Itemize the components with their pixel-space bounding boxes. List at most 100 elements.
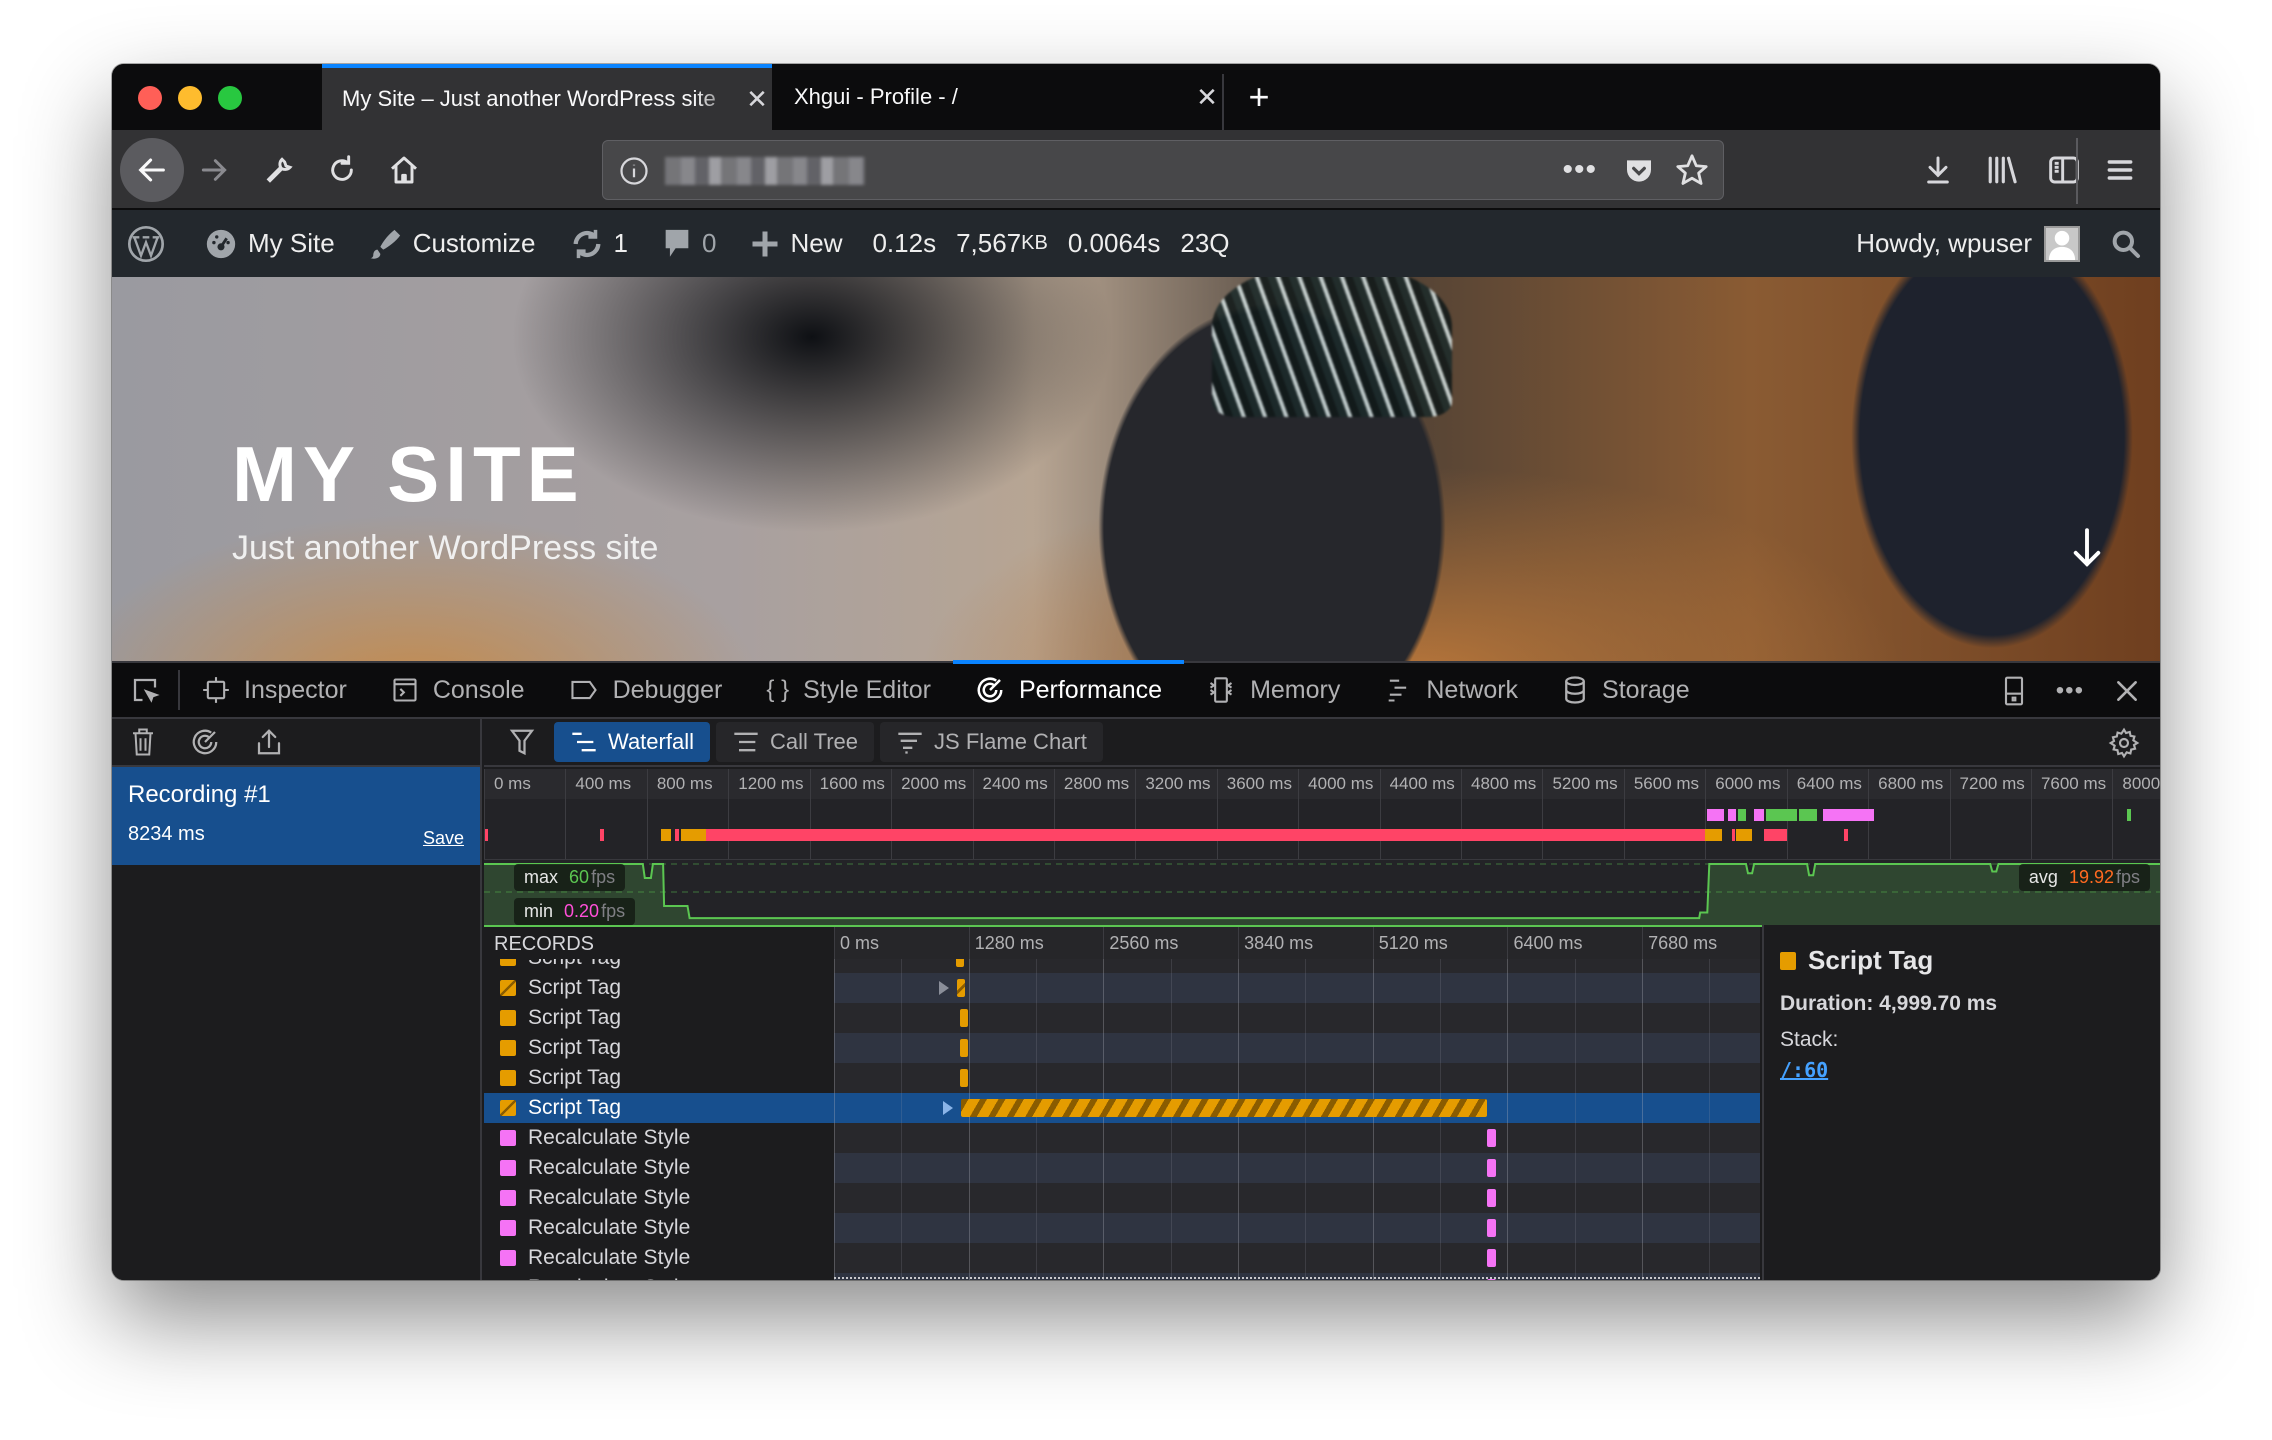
filter-button[interactable] bbox=[500, 722, 544, 762]
wp-logo-menu[interactable] bbox=[112, 210, 176, 277]
call-tree-view-button[interactable]: Call Tree bbox=[715, 722, 875, 762]
waterfall-row[interactable]: Recalculate Style bbox=[484, 1183, 1760, 1213]
waterfall-row[interactable]: Script Tag bbox=[484, 959, 1760, 973]
new-content-menu[interactable]: New bbox=[740, 210, 852, 277]
waterfall-gridline bbox=[1642, 1243, 1644, 1273]
tab-storage[interactable]: Storage bbox=[1540, 662, 1712, 718]
tab-console[interactable]: Console bbox=[369, 662, 547, 718]
tab-close-icon[interactable]: ✕ bbox=[742, 84, 772, 115]
trash-icon[interactable] bbox=[130, 727, 156, 757]
sidebar-button[interactable] bbox=[2034, 140, 2094, 200]
tab-my-site[interactable]: My Site – Just another WordPress site ✕ bbox=[322, 64, 772, 130]
url-text-blurred[interactable] bbox=[665, 157, 865, 185]
fps-graph[interactable]: max 60 fps min 0.20 fps avg 19.92 fps bbox=[484, 859, 2160, 926]
downloads-button[interactable] bbox=[1908, 140, 1968, 200]
waterfall-row[interactable]: Recalculate Style bbox=[484, 1153, 1760, 1183]
waterfall-row[interactable]: Script Tag bbox=[484, 1093, 1760, 1123]
new-tab-button[interactable]: + bbox=[1232, 64, 1286, 130]
waterfall-row[interactable]: Script Tag bbox=[484, 1033, 1760, 1063]
record-bar[interactable] bbox=[960, 1069, 969, 1087]
menu-button[interactable] bbox=[2090, 140, 2150, 200]
waterfall-row[interactable]: Script Tag bbox=[484, 1063, 1760, 1093]
import-icon[interactable] bbox=[254, 727, 284, 757]
close-window-button[interactable] bbox=[138, 86, 162, 110]
waterfall-rows[interactable]: Script Tag Script Tag Script Tag Script Tag… bbox=[484, 959, 1760, 1280]
waterfall-row[interactable]: Script Tag bbox=[484, 973, 1760, 1003]
tab-inspector[interactable]: Inspector bbox=[180, 662, 369, 718]
fps-avg-value: 19.92 bbox=[2068, 867, 2114, 887]
save-recording-link[interactable]: Save bbox=[423, 828, 464, 849]
more-options-icon[interactable]: ••• bbox=[2056, 677, 2084, 705]
record-icon[interactable] bbox=[190, 727, 220, 757]
tab-debugger[interactable]: Debugger bbox=[547, 662, 745, 718]
page-actions-icon[interactable]: ••• bbox=[1562, 153, 1597, 187]
record-bar[interactable] bbox=[1487, 1189, 1496, 1207]
record-bar[interactable] bbox=[960, 1009, 969, 1027]
waterfall-row[interactable]: Recalculate Style bbox=[484, 1243, 1760, 1273]
library-button[interactable] bbox=[1972, 140, 2032, 200]
brush-icon bbox=[369, 227, 403, 261]
record-bar[interactable] bbox=[956, 959, 965, 967]
timeline-overview[interactable]: 0 ms 400 ms 800 ms 1200 ms 1600 ms 2000 ms 240… bbox=[484, 769, 2160, 859]
waterfall-gridline bbox=[1574, 959, 1576, 973]
overview-tick-label: 1200 ms bbox=[738, 774, 804, 793]
waterfall-gridline bbox=[1036, 1213, 1038, 1243]
forward-button[interactable] bbox=[184, 140, 244, 200]
tab-performance[interactable]: Performance bbox=[952, 660, 1185, 718]
waterfall-gridline bbox=[901, 1123, 903, 1153]
tab-close-icon[interactable]: ✕ bbox=[1192, 82, 1222, 113]
reload-button[interactable] bbox=[312, 140, 372, 200]
record-bar[interactable] bbox=[961, 1099, 1488, 1117]
updates-link[interactable]: 1 bbox=[560, 210, 638, 277]
record-bar[interactable] bbox=[1487, 1159, 1496, 1177]
expand-twisty-icon[interactable] bbox=[943, 1101, 954, 1115]
home-button[interactable] bbox=[374, 140, 434, 200]
settings-gear-icon[interactable] bbox=[2108, 727, 2140, 759]
back-button[interactable] bbox=[120, 138, 184, 202]
scroll-down-arrow-icon[interactable] bbox=[2070, 527, 2104, 569]
js-flame-chart-view-button[interactable]: JS Flame Chart bbox=[880, 722, 1103, 762]
my-site-menu[interactable]: My Site bbox=[194, 210, 345, 277]
customize-link[interactable]: Customize bbox=[359, 210, 546, 277]
record-bar[interactable] bbox=[1487, 1279, 1496, 1280]
close-devtools-icon[interactable] bbox=[2114, 678, 2140, 704]
expand-twisty-icon[interactable] bbox=[939, 981, 950, 995]
record-bar[interactable] bbox=[1487, 1129, 1496, 1147]
site-title[interactable]: MY SITE bbox=[232, 429, 585, 520]
stack-frame-link[interactable]: /:60 bbox=[1780, 1058, 1828, 1082]
waterfall-row[interactable]: Script Tag bbox=[484, 1003, 1760, 1033]
tab-label: Storage bbox=[1602, 675, 1690, 704]
wrench-button[interactable] bbox=[248, 140, 308, 200]
pocket-icon[interactable] bbox=[1623, 155, 1655, 187]
waterfall-gridline bbox=[968, 1183, 970, 1213]
waterfall-gridline bbox=[834, 1213, 835, 1243]
tab-style-editor[interactable]: { } Style Editor bbox=[744, 662, 953, 718]
comments-link[interactable]: 0 bbox=[652, 210, 726, 277]
record-bar[interactable] bbox=[1487, 1219, 1496, 1237]
waterfall-row[interactable]: Recalculate Style bbox=[484, 1123, 1760, 1153]
info-icon[interactable] bbox=[619, 156, 649, 186]
tab-xhgui[interactable]: Xhgui - Profile - / ✕ bbox=[774, 64, 1222, 130]
bookmark-star-icon[interactable] bbox=[1675, 153, 1709, 187]
waterfall-view-button[interactable]: Waterfall bbox=[554, 722, 710, 762]
tab-network[interactable]: Network bbox=[1362, 662, 1540, 718]
tab-memory[interactable]: Memory bbox=[1184, 662, 1362, 718]
admin-search-button[interactable] bbox=[2100, 210, 2160, 277]
record-bar[interactable] bbox=[960, 1039, 969, 1057]
waterfall-gridline bbox=[834, 1153, 835, 1183]
record-bar[interactable] bbox=[1487, 1249, 1496, 1267]
zoom-window-button[interactable] bbox=[218, 86, 242, 110]
query-monitor-stats[interactable]: 0.12s 7,567 KB 0.0064s 23Q bbox=[862, 210, 1239, 277]
recording-item[interactable]: Recording #1 8234 ms Save bbox=[112, 767, 480, 865]
dock-side-icon[interactable] bbox=[2002, 675, 2026, 707]
element-picker-button[interactable] bbox=[112, 670, 180, 710]
waterfall-row[interactable]: Recalculate Style bbox=[484, 1213, 1760, 1243]
record-bar[interactable] bbox=[957, 979, 966, 997]
url-bar[interactable]: ••• bbox=[602, 140, 1724, 200]
my-account-menu[interactable]: Howdy, wpuser bbox=[1846, 210, 2090, 277]
overview-tick-label: 2000 ms bbox=[901, 774, 967, 793]
record-color-swatch bbox=[500, 1070, 516, 1086]
waterfall-gridline bbox=[1642, 1153, 1644, 1183]
minimize-window-button[interactable] bbox=[178, 86, 202, 110]
waterfall-gridline bbox=[968, 1063, 970, 1093]
